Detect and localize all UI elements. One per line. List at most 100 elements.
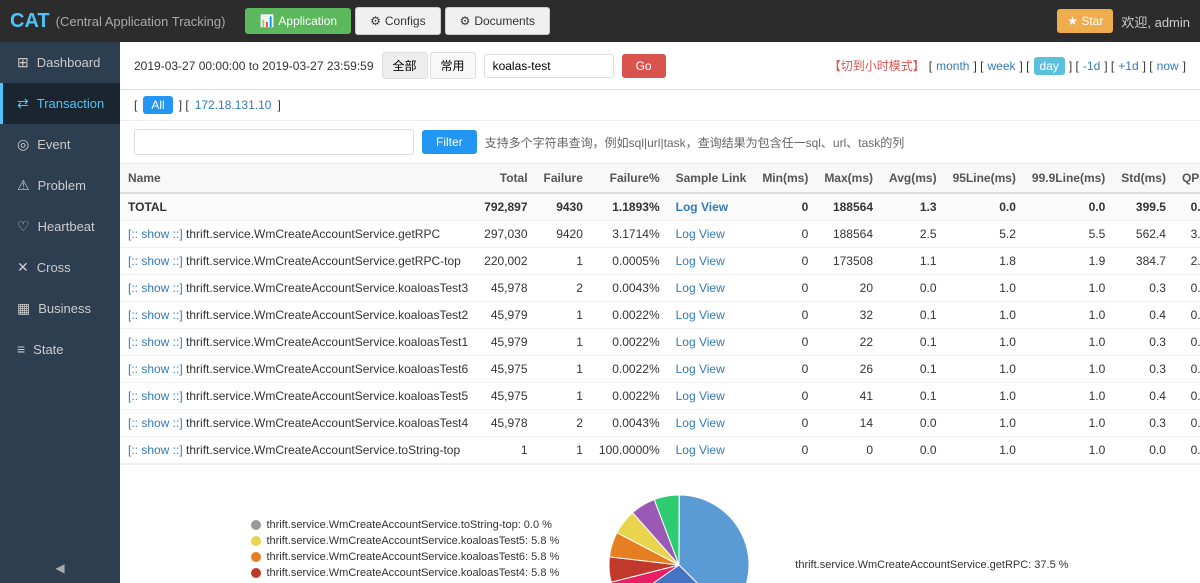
heartbeat-icon: ♡ [17,218,30,235]
show-link-8[interactable]: [:: show ::] [128,443,183,457]
log-view-8: Log View [676,443,725,457]
gear-icon: ⚙ [370,14,381,28]
col-name: Name [120,164,476,193]
switch-hour-btn[interactable]: 【切到小时模式】 [829,57,925,74]
sidebar-label-transaction: Transaction [37,96,104,111]
star-button[interactable]: ★ Star [1057,9,1113,33]
log-view-total: Log View [676,200,728,214]
col-999line: 99.9Line(ms) [1024,164,1113,193]
time-week-link[interactable]: week [988,59,1016,73]
sidebar-label-business: Business [38,301,91,316]
filter-input[interactable] [134,129,414,155]
table-row: [:: show ::] thrift.service.WmCreateAcco… [120,221,1200,248]
log-view-4: Log View [676,335,725,349]
time-plus1d-link[interactable]: +1d [1118,59,1138,73]
log-view-5: Log View [676,362,725,376]
table-total-row: TOTAL 792,897 9430 1.1893% Log View 0 18… [120,193,1200,221]
legend-item: thrift.service.WmCreateAccountService.ko… [251,567,559,579]
show-link-3[interactable]: [:: show ::] [128,308,183,322]
cross-icon: ✕ [17,259,29,276]
log-view-7: Log View [676,416,725,430]
doc-icon: ⚙ [460,14,471,28]
transaction-icon: ⇄ [17,95,29,112]
show-link-2[interactable]: [:: show ::] [128,281,183,295]
sidebar-label-dashboard: Dashboard [37,55,101,70]
sidebar-item-transaction[interactable]: ⇄ Transaction [0,83,120,124]
go-button[interactable]: Go [622,54,666,78]
filter-action-btn[interactable]: Filter [422,130,477,154]
sidebar-item-dashboard[interactable]: ⊞ Dashboard [0,42,120,83]
filter-bar: Filter 支持多个字符串查询，例如sql|url|task，查询结果为包含任… [120,121,1200,164]
search-input[interactable] [484,54,614,78]
col-std: Std(ms) [1113,164,1174,193]
legend-item: thrift.service.WmCreateAccountService.ko… [251,535,559,547]
state-icon: ≡ [17,341,25,357]
filter-hint: 支持多个字符串查询，例如sql|url|task，查询结果为包含任一sql、ur… [485,134,905,151]
filter-btn-group: 全部 常用 [382,52,476,79]
row-name-0: thrift.service.WmCreateAccountService.ge… [186,227,440,241]
col-total: Total [476,164,535,193]
table-row: [:: show ::] thrift.service.WmCreateAcco… [120,275,1200,302]
col-95line: 95Line(ms) [945,164,1024,193]
chart-area: thrift.service.WmCreateAccountService.to… [120,464,1200,583]
table-row: [:: show ::] thrift.service.WmCreateAcco… [120,437,1200,464]
time-month-link[interactable]: month [936,59,969,73]
sidebar-item-heartbeat[interactable]: ♡ Heartbeat [0,206,120,247]
tag-ip[interactable]: 172.18.131.10 [195,98,272,112]
sidebar-item-state[interactable]: ≡ State [0,329,120,369]
show-link-4[interactable]: [:: show ::] [128,335,183,349]
show-link-7[interactable]: [:: show ::] [128,416,183,430]
legend-dot [251,552,261,562]
show-link-1[interactable]: [:: show ::] [128,254,183,268]
log-view-1: Log View [676,254,725,268]
bar-chart-icon: 📊 [259,14,274,28]
data-table-container: Name Total Failure Failure% Sample Link … [120,164,1200,464]
legend-label: thrift.service.WmCreateAccountService.ko… [266,535,559,547]
table-header-row: Name Total Failure Failure% Sample Link … [120,164,1200,193]
sidebar-item-problem[interactable]: ⚠ Problem [0,165,120,206]
legend-label: thrift.service.WmCreateAccountService.ko… [266,567,559,579]
row-name-3: thrift.service.WmCreateAccountService.ko… [186,308,468,322]
breadcrumb-bar: [ All ] [ 172.18.131.10 ] [120,90,1200,121]
tag-all[interactable]: All [143,96,172,114]
log-view-6: Log View [676,389,725,403]
business-icon: ▦ [17,300,30,317]
legend-item: thrift.service.WmCreateAccountService.ko… [251,551,559,563]
row-name-6: thrift.service.WmCreateAccountService.ko… [186,389,468,403]
table-row: [:: show ::] thrift.service.WmCreateAcco… [120,329,1200,356]
sidebar: ⊞ Dashboard ⇄ Transaction ◎ Event ⚠ Prob… [0,42,120,583]
legend-dot [251,568,261,578]
sidebar-item-event[interactable]: ◎ Event [0,124,120,165]
filter-common-btn[interactable]: 常用 [430,52,476,79]
time-day-link[interactable]: day [1034,57,1065,75]
table-row: [:: show ::] thrift.service.WmCreateAcco… [120,302,1200,329]
time-minus1d-link[interactable]: -1d [1083,59,1100,73]
sidebar-collapse-btn[interactable]: ◀ [0,553,120,583]
toolbar-right: 【切到小时模式】 [ month ] [ week ] [ day ] [ -1… [829,57,1186,75]
date-range-label: 2019-03-27 00:00:00 to 2019-03-27 23:59:… [134,59,374,73]
application-nav-btn[interactable]: 📊 Application [245,8,351,34]
show-link-6[interactable]: [:: show ::] [128,389,183,403]
legend-label: thrift.service.WmCreateAccountService.to… [266,519,552,531]
col-avg: Avg(ms) [881,164,945,193]
toolbar: 2019-03-27 00:00:00 to 2019-03-27 23:59:… [120,42,1200,90]
show-link-0[interactable]: [:: show ::] [128,227,183,241]
col-min: Min(ms) [754,164,816,193]
time-now-link[interactable]: now [1157,59,1179,73]
sidebar-label-state: State [33,342,63,357]
legend-label: thrift.service.WmCreateAccountService.ko… [266,551,559,563]
app-logo: CAT [10,10,50,33]
sidebar-item-cross[interactable]: ✕ Cross [0,247,120,288]
app-subtitle: (Central Application Tracking) [56,14,226,29]
pie-slice [679,495,749,583]
col-max: Max(ms) [816,164,881,193]
total-name: TOTAL [120,193,476,221]
show-link-5[interactable]: [:: show ::] [128,362,183,376]
documents-nav-btn[interactable]: ⚙ Documents [445,7,550,35]
legend-dot [251,536,261,546]
table-row: [:: show ::] thrift.service.WmCreateAcco… [120,248,1200,275]
configs-nav-btn[interactable]: ⚙ Configs [355,7,440,35]
filter-all-btn[interactable]: 全部 [382,52,428,79]
log-view-3: Log View [676,308,725,322]
sidebar-item-business[interactable]: ▦ Business [0,288,120,329]
